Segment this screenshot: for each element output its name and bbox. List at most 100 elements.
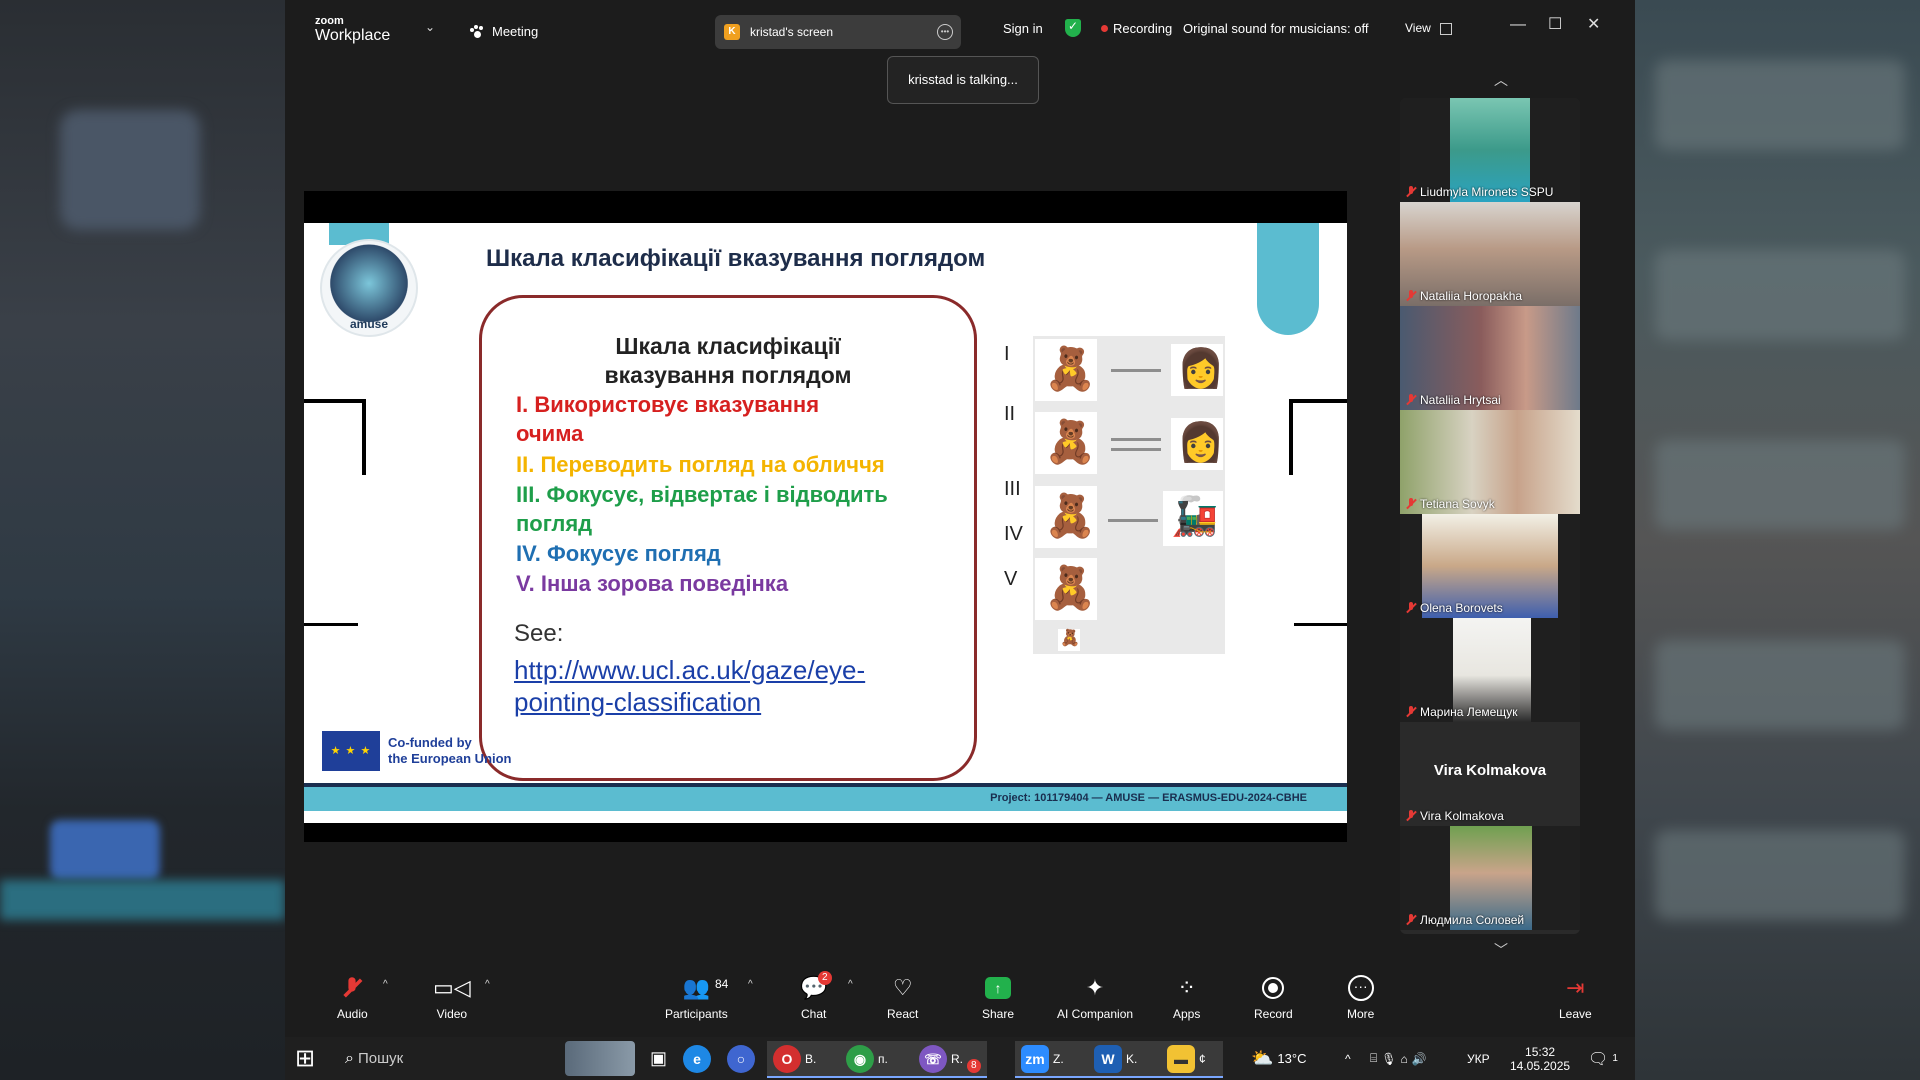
language-indicator[interactable]: УКР	[1467, 1041, 1490, 1076]
scroll-up-icon[interactable]: ︿	[1494, 70, 1508, 90]
bear-tile: 🧸	[1058, 629, 1080, 651]
browser-button[interactable]: ○	[727, 1041, 755, 1076]
mic-icon: 🎙	[1381, 1051, 1397, 1066]
eu-cofunded-logo: ★ ★ ★ Co-funded by the European Union	[322, 731, 512, 771]
level-1-text: I. Використовує вказування	[516, 392, 820, 417]
level-2-text: II. Переводить погляд на обличчя	[516, 452, 885, 477]
chevron-up-icon[interactable]: ^	[748, 979, 753, 990]
participant-tile[interactable]: Olena Borovets	[1400, 514, 1580, 618]
clock[interactable]: 15:32 14.05.2025	[1510, 1041, 1570, 1076]
viber-icon: ☏	[919, 1044, 947, 1073]
toy-tile: 🚂	[1163, 491, 1223, 546]
participant-name: Vira Kolmakova	[1420, 809, 1504, 823]
blurred-window	[0, 880, 285, 920]
edge-button[interactable]: e	[683, 1041, 711, 1076]
classification-card: Шкала класифікації вказування поглядом I…	[479, 295, 977, 781]
taskbar-label: ¢	[1199, 1051, 1206, 1066]
chat-label: Chat	[801, 1007, 827, 1021]
participant-tile[interactable]: Nataliia Hrytsai	[1400, 306, 1580, 410]
participant-name: Nataliia Horopakha	[1420, 289, 1523, 303]
shield-icon[interactable]	[1065, 19, 1081, 37]
meeting-label: Meeting	[492, 24, 539, 39]
participant-tile[interactable]: Nataliia Horopakha	[1400, 202, 1580, 306]
participant-tile[interactable]: Марина Лемещук	[1400, 618, 1580, 722]
bear-tile: 🧸	[1035, 412, 1097, 474]
participant-name: Nataliia Hrytsai	[1420, 393, 1501, 407]
scroll-down-icon[interactable]: ﹀	[1494, 940, 1508, 960]
bear-tile: 🧸	[1035, 558, 1097, 620]
chevron-down-icon[interactable]: ⌄	[425, 20, 435, 34]
screen-share-pill[interactable]: K kristad's screen •••	[715, 15, 961, 49]
more-options-icon[interactable]: •••	[937, 24, 953, 40]
temperature: 13°C	[1277, 1051, 1307, 1066]
leave-button[interactable]: ⇥ Leave	[1559, 973, 1592, 1021]
taskbar-search[interactable]: ⌕ Пошук	[345, 1041, 520, 1076]
tray-icons[interactable]: ⌸ 🎙 ⌂ 🔊	[1370, 1041, 1427, 1076]
zoom-taskbar-button[interactable]: zm Z.	[1015, 1041, 1089, 1078]
chevron-up-icon[interactable]: ^	[383, 979, 388, 990]
maximize-icon[interactable]: ☐	[1548, 14, 1562, 34]
original-sound-toggle[interactable]: Original sound for musicians: off	[1183, 21, 1368, 36]
close-icon[interactable]: ✕	[1587, 14, 1600, 34]
chrome-icon: ◉	[846, 1044, 874, 1073]
card-heading: Шкала класифікації вказування поглядом	[482, 332, 974, 390]
mic-muted-icon	[1406, 498, 1416, 510]
roman-numeral: III	[1004, 478, 1021, 500]
react-label: React	[887, 1007, 919, 1021]
participant-tile[interactable]: Liudmyla Mironets SSPU	[1400, 98, 1580, 202]
participant-tile[interactable]: Vira Kolmakova Vira Kolmakova	[1400, 722, 1580, 826]
weather-widget[interactable]: ⛅ 13°C	[1251, 1041, 1306, 1076]
meeting-button[interactable]: Meeting	[470, 24, 538, 39]
mic-muted-icon	[1406, 914, 1416, 926]
shared-screen: amuse Шкала класифікації вказування погл…	[304, 191, 1347, 842]
more-button[interactable]: ··· More	[1347, 973, 1374, 1021]
mic-muted-icon	[1406, 290, 1416, 302]
roman-numeral: I	[1004, 343, 1010, 365]
task-view-button[interactable]: ▣	[650, 1041, 667, 1076]
opera-button[interactable]: O В.	[767, 1041, 841, 1078]
chevron-up-icon[interactable]: ^	[848, 979, 853, 990]
slide-title: Шкала класифікації вказування поглядом	[486, 245, 986, 272]
view-button[interactable]: View	[1405, 21, 1431, 35]
viber-badge: 8	[967, 1059, 981, 1073]
chrome-button[interactable]: ◉ п.	[840, 1041, 914, 1078]
recording-indicator[interactable]: Recording	[1101, 21, 1172, 36]
sign-in-link[interactable]: Sign in	[1003, 21, 1043, 36]
amuse-logo: amuse	[320, 239, 418, 337]
word-button[interactable]: W K.	[1088, 1041, 1162, 1078]
presentation-slide: amuse Шкала класифікації вказування погл…	[304, 223, 1347, 823]
reference-link[interactable]: http://www.ucl.ac.uk/gaze/eye- pointing-…	[514, 654, 865, 718]
tray-chevron[interactable]: ^	[1345, 1041, 1351, 1076]
video-button[interactable]: ▭◁ Video	[433, 973, 471, 1021]
news-widget[interactable]	[565, 1041, 635, 1076]
share-button[interactable]: ↑ Share	[982, 973, 1014, 1021]
taskbar-label: В.	[805, 1051, 817, 1066]
title-bar: zoom Workplace ⌄ Meeting K kristad's scr…	[285, 0, 1635, 56]
blurred-window	[1655, 830, 1905, 920]
minimize-icon[interactable]: —	[1510, 16, 1526, 34]
participant-tile[interactable]: Tetiana Sovyk	[1400, 410, 1580, 514]
participant-tile[interactable]: Людмила Соловей	[1400, 826, 1580, 930]
audio-button[interactable]: Audio	[337, 973, 368, 1021]
react-button[interactable]: ♡ React	[887, 973, 918, 1021]
blurred-window	[1655, 640, 1905, 730]
record-button[interactable]: Record	[1254, 973, 1293, 1021]
grid-icon[interactable]	[1440, 23, 1452, 35]
toy-train-icon: 🚂	[1171, 496, 1219, 538]
participant-name: Марина Лемещук	[1420, 705, 1518, 719]
start-button[interactable]: ⊞	[295, 1041, 315, 1076]
ai-companion-button[interactable]: ✦ AI Companion	[1057, 973, 1133, 1021]
participant-gallery: Liudmyla Mironets SSPU Nataliia Horopakh…	[1400, 98, 1580, 934]
leave-icon: ⇥	[1566, 975, 1585, 1000]
face-tile: 👩	[1171, 418, 1224, 470]
camera-icon: ▭◁	[433, 975, 471, 1000]
explorer-button[interactable]: ▬ ¢	[1161, 1041, 1223, 1078]
share-icon: ↑	[982, 973, 1014, 1003]
more-label: More	[1347, 1007, 1375, 1021]
chevron-up-icon[interactable]: ^	[485, 979, 490, 990]
notifications-button[interactable]: 🗨 1	[1588, 1041, 1618, 1076]
participant-name: Людмила Соловей	[1420, 913, 1525, 927]
clock-date: 14.05.2025	[1510, 1058, 1571, 1073]
apps-button[interactable]: ⁘ Apps	[1173, 973, 1200, 1021]
teddy-bear-icon: 🧸	[1044, 492, 1097, 539]
